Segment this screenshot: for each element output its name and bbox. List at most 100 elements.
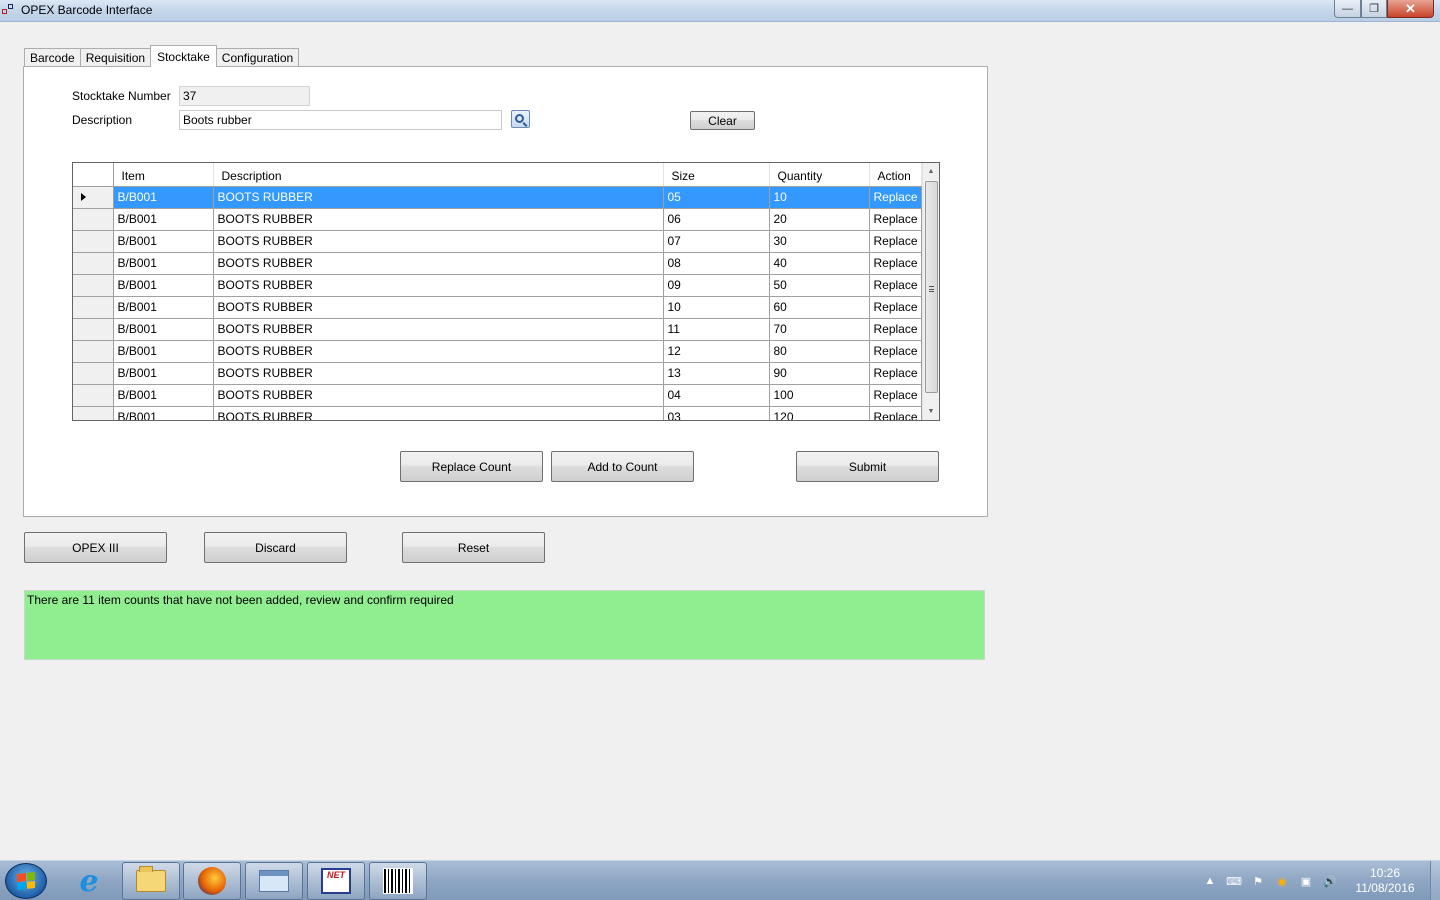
table-row[interactable]: B/B001 BOOTS RUBBER 10 60 Replace bbox=[73, 296, 922, 319]
quantity-cell[interactable]: 90 bbox=[769, 362, 870, 385]
quantity-cell[interactable]: 120 bbox=[769, 406, 870, 420]
row-header[interactable] bbox=[73, 230, 114, 253]
description-cell[interactable]: BOOTS RUBBER bbox=[213, 274, 664, 297]
description-cell[interactable]: BOOTS RUBBER bbox=[213, 230, 664, 253]
item-cell[interactable]: B/B001 bbox=[113, 362, 214, 385]
column-header-action[interactable]: Action bbox=[869, 163, 922, 187]
replace-count-button[interactable]: Replace Count bbox=[400, 451, 543, 482]
description-cell[interactable]: BOOTS RUBBER bbox=[213, 208, 664, 231]
description-cell[interactable]: BOOTS RUBBER bbox=[213, 406, 664, 420]
action-center-flag-icon[interactable]: ⚑ bbox=[1251, 874, 1265, 888]
quantity-cell[interactable]: 30 bbox=[769, 230, 870, 253]
description-cell[interactable]: BOOTS RUBBER bbox=[213, 362, 664, 385]
discard-button[interactable]: Discard bbox=[204, 532, 347, 563]
update-icon[interactable]: ◉ bbox=[1275, 874, 1289, 888]
action-cell[interactable]: Replace bbox=[869, 186, 922, 209]
show-desktop-button[interactable] bbox=[1430, 861, 1440, 900]
item-cell[interactable]: B/B001 bbox=[113, 208, 214, 231]
table-row[interactable]: B/B001 BOOTS RUBBER 07 30 Replace bbox=[73, 230, 922, 253]
tab-barcode[interactable]: Barcode bbox=[24, 48, 81, 67]
scroll-down-icon[interactable]: ▼ bbox=[923, 403, 939, 420]
row-header[interactable] bbox=[73, 208, 114, 231]
description-cell[interactable]: BOOTS RUBBER bbox=[213, 318, 664, 341]
item-cell[interactable]: B/B001 bbox=[113, 318, 214, 341]
action-cell[interactable]: Replace bbox=[869, 340, 922, 363]
tab-requisition[interactable]: Requisition bbox=[79, 48, 152, 67]
close-button[interactable]: ✕ bbox=[1387, 0, 1434, 18]
action-cell[interactable]: Replace bbox=[869, 362, 922, 385]
item-cell[interactable]: B/B001 bbox=[113, 186, 214, 209]
action-cell[interactable]: Replace bbox=[869, 274, 922, 297]
column-header-size[interactable]: Size bbox=[663, 163, 770, 187]
size-cell[interactable]: 09 bbox=[663, 274, 770, 297]
quantity-cell[interactable]: 80 bbox=[769, 340, 870, 363]
size-cell[interactable]: 12 bbox=[663, 340, 770, 363]
size-cell[interactable]: 05 bbox=[663, 186, 770, 209]
stocktake-number-field[interactable]: 37 bbox=[179, 86, 310, 106]
row-header[interactable] bbox=[73, 362, 114, 385]
tab-stocktake[interactable]: Stocktake bbox=[150, 45, 217, 67]
stocktake-grid[interactable]: Item Description Size Quantity Action B/… bbox=[72, 162, 940, 421]
row-header[interactable] bbox=[73, 384, 114, 407]
table-row[interactable]: B/B001 BOOTS RUBBER 08 40 Replace bbox=[73, 252, 922, 275]
show-hidden-icons[interactable]: ▲ bbox=[1203, 874, 1217, 888]
row-header[interactable] bbox=[73, 340, 114, 363]
action-cell[interactable]: Replace bbox=[869, 208, 922, 231]
quantity-cell[interactable]: 40 bbox=[769, 252, 870, 275]
size-cell[interactable]: 11 bbox=[663, 318, 770, 341]
quantity-cell[interactable]: 70 bbox=[769, 318, 870, 341]
tab-configuration[interactable]: Configuration bbox=[215, 48, 300, 67]
row-header[interactable] bbox=[73, 274, 114, 297]
scroll-thumb[interactable] bbox=[925, 181, 938, 393]
item-cell[interactable]: B/B001 bbox=[113, 384, 214, 407]
action-cell[interactable]: Replace bbox=[869, 406, 922, 420]
size-cell[interactable]: 10 bbox=[663, 296, 770, 319]
column-header-description[interactable]: Description bbox=[213, 163, 664, 187]
quantity-cell[interactable]: 100 bbox=[769, 384, 870, 407]
clear-button[interactable]: Clear bbox=[690, 111, 755, 130]
row-header[interactable] bbox=[73, 252, 114, 275]
description-cell[interactable]: BOOTS RUBBER bbox=[213, 296, 664, 319]
opex-button[interactable]: OPEX III bbox=[24, 532, 167, 563]
size-cell[interactable]: 07 bbox=[663, 230, 770, 253]
action-cell[interactable]: Replace bbox=[869, 318, 922, 341]
maximize-button[interactable]: ❐ bbox=[1361, 0, 1387, 18]
quantity-cell[interactable]: 50 bbox=[769, 274, 870, 297]
description-cell[interactable]: BOOTS RUBBER bbox=[213, 384, 664, 407]
action-cell[interactable]: Replace bbox=[869, 252, 922, 275]
item-cell[interactable]: B/B001 bbox=[113, 340, 214, 363]
size-cell[interactable]: 06 bbox=[663, 208, 770, 231]
quantity-cell[interactable]: 10 bbox=[769, 186, 870, 209]
size-cell[interactable]: 13 bbox=[663, 362, 770, 385]
description-cell[interactable]: BOOTS RUBBER bbox=[213, 252, 664, 275]
quantity-cell[interactable]: 20 bbox=[769, 208, 870, 231]
column-header-item[interactable]: Item bbox=[113, 163, 214, 187]
row-header[interactable] bbox=[73, 318, 114, 341]
action-cell[interactable]: Replace bbox=[869, 230, 922, 253]
item-cell[interactable]: B/B001 bbox=[113, 274, 214, 297]
action-cell[interactable]: Replace bbox=[869, 296, 922, 319]
row-header[interactable] bbox=[73, 296, 114, 319]
reset-button[interactable]: Reset bbox=[402, 532, 545, 563]
keyboard-icon[interactable]: ⌨ bbox=[1226, 874, 1242, 888]
size-cell[interactable]: 03 bbox=[663, 406, 770, 420]
network-icon[interactable]: ▣ bbox=[1299, 874, 1313, 888]
item-cell[interactable]: B/B001 bbox=[113, 296, 214, 319]
table-row[interactable]: B/B001 BOOTS RUBBER 12 80 Replace bbox=[73, 340, 922, 363]
item-cell[interactable]: B/B001 bbox=[113, 406, 214, 420]
grid-vertical-scrollbar[interactable]: ▲ ▼ bbox=[922, 163, 939, 420]
description-field[interactable]: Boots rubber bbox=[179, 110, 502, 130]
action-cell[interactable]: Replace bbox=[869, 384, 922, 407]
taskbar-clock[interactable]: 10:26 11/08/2016 bbox=[1350, 866, 1420, 896]
size-cell[interactable]: 04 bbox=[663, 384, 770, 407]
table-row[interactable]: B/B001 BOOTS RUBBER 13 90 Replace bbox=[73, 362, 922, 385]
volume-icon[interactable]: 🔊 bbox=[1323, 874, 1337, 888]
description-cell[interactable]: BOOTS RUBBER bbox=[213, 186, 664, 209]
size-cell[interactable]: 08 bbox=[663, 252, 770, 275]
add-to-count-button[interactable]: Add to Count bbox=[551, 451, 694, 482]
quantity-cell[interactable]: 60 bbox=[769, 296, 870, 319]
table-row[interactable]: B/B001 BOOTS RUBBER 04 100 Replace bbox=[73, 384, 922, 407]
table-row[interactable]: B/B001 BOOTS RUBBER 09 50 Replace bbox=[73, 274, 922, 297]
scroll-up-icon[interactable]: ▲ bbox=[923, 163, 939, 180]
description-cell[interactable]: BOOTS RUBBER bbox=[213, 340, 664, 363]
